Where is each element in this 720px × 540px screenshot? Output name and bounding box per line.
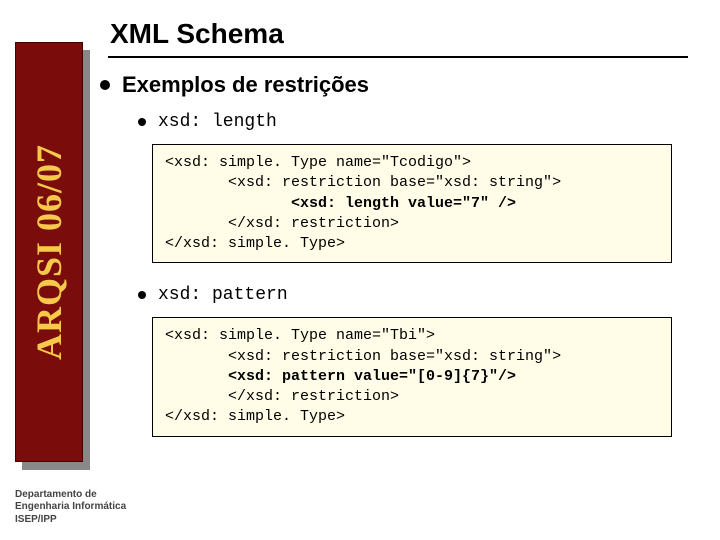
code-line: </xsd: restriction> — [165, 215, 399, 232]
footer-line: Departamento de — [15, 489, 126, 502]
code-line: <xsd: simple. Type name="Tbi"> — [165, 327, 435, 344]
code-line: <xsd: simple. Type name="Tcodigo"> — [165, 154, 471, 171]
code-line: </xsd: simple. Type> — [165, 408, 345, 425]
code-box-1: <xsd: simple. Type name="Tcodigo"> <xsd:… — [152, 144, 672, 263]
bullet-icon — [138, 118, 146, 126]
footer: Departamento de Engenharia Informática I… — [15, 489, 126, 527]
code-line: </xsd: restriction> — [165, 388, 399, 405]
content-area: Exemplos de restrições xsd: length <xsd:… — [100, 72, 690, 447]
code-line: <xsd: restriction base="xsd: string"> — [165, 348, 561, 365]
code-line: <xsd: restriction base="xsd: string"> — [165, 174, 561, 191]
code-line-bold: <xsd: length value="7" /> — [165, 195, 516, 212]
title-rule — [108, 56, 688, 58]
item2-label: xsd: pattern — [158, 285, 288, 305]
bullet-icon — [100, 80, 110, 90]
item2-row: xsd: pattern — [138, 285, 690, 305]
code-box-2: <xsd: simple. Type name="Tbi"> <xsd: res… — [152, 317, 672, 436]
item1-label: xsd: length — [158, 112, 277, 132]
code-line: </xsd: simple. Type> — [165, 235, 345, 252]
footer-line: ISEP/IPP — [15, 514, 126, 527]
bullet-icon — [138, 291, 146, 299]
page-title: XML Schema — [110, 18, 284, 50]
heading-row: Exemplos de restrições — [100, 72, 690, 98]
item1-row: xsd: length — [138, 112, 690, 132]
sidebar: ARQSI 06/07 — [15, 42, 83, 462]
footer-line: Engenharia Informática — [15, 501, 126, 514]
sidebar-label: ARQSI 06/07 — [28, 144, 70, 360]
main-heading: Exemplos de restrições — [122, 72, 369, 98]
code-line-bold: <xsd: pattern value="[0-9]{7}"/> — [165, 368, 516, 385]
